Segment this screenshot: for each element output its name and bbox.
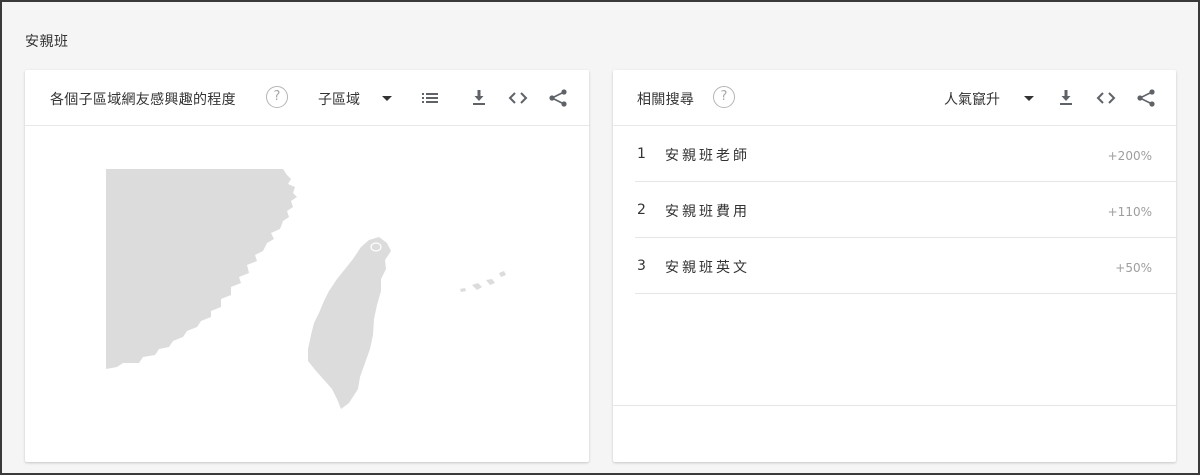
dropdown-arrow-icon [1024, 96, 1034, 101]
embed-code-icon[interactable] [506, 86, 530, 110]
row-term[interactable]: 安親班費用 [665, 201, 750, 221]
share-icon[interactable] [546, 86, 570, 110]
row-rank: 1 [637, 146, 646, 162]
row-rank: 3 [637, 258, 646, 274]
trends-page: 安親班 各個子區域網友感興趣的程度 ? 子區域 相關搜尋 ? 人氣竄升 1 安親… [0, 0, 1200, 475]
card-header: 相關搜尋 ? 人氣竄升 [613, 70, 1176, 126]
subregion-interest-card: 各個子區域網友感興趣的程度 ? 子區域 [25, 70, 589, 462]
related-search-row[interactable]: 1 安親班老師 +200% [635, 126, 1176, 182]
subregion-map [25, 127, 589, 462]
related-search-row[interactable]: 3 安親班英文 +50% [635, 238, 1176, 294]
card-header: 各個子區域網友感興趣的程度 ? 子區域 [25, 70, 589, 126]
row-rank: 2 [637, 202, 646, 218]
subregion-dropdown[interactable]: 子區域 [318, 89, 392, 109]
help-circle-icon[interactable]: ? [713, 86, 735, 108]
share-icon[interactable] [1134, 86, 1158, 110]
dropdown-label: 人氣竄升 [944, 92, 1000, 108]
rising-top-dropdown[interactable]: 人氣竄升 [944, 89, 1034, 109]
row-term[interactable]: 安親班英文 [665, 257, 750, 277]
row-value: +200% [1107, 149, 1152, 163]
row-term[interactable]: 安親班老師 [665, 145, 750, 165]
card-title: 相關搜尋 [637, 92, 695, 108]
taiwan-region [308, 237, 391, 409]
island [460, 288, 466, 292]
card-footer-divider [613, 405, 1176, 406]
list-icon[interactable] [418, 86, 442, 110]
related-search-row[interactable]: 2 安親班費用 +110% [635, 182, 1176, 238]
dropdown-label: 子區域 [318, 92, 360, 108]
island [472, 283, 482, 290]
related-searches-card: 相關搜尋 ? 人氣竄升 1 安親班老師 +200% 2 安親班費用 +110% … [613, 70, 1176, 462]
embed-code-icon[interactable] [1094, 86, 1118, 110]
mainland-region [106, 169, 297, 369]
island [486, 279, 495, 285]
download-icon[interactable] [1054, 86, 1078, 110]
help-circle-icon[interactable]: ? [266, 86, 288, 108]
island [499, 271, 506, 277]
row-value: +110% [1107, 205, 1152, 219]
dropdown-arrow-icon [382, 96, 392, 101]
map-svg [106, 169, 506, 409]
download-icon[interactable] [467, 86, 491, 110]
card-title: 各個子區域網友感興趣的程度 [50, 92, 236, 108]
row-value: +50% [1115, 261, 1152, 275]
section-title: 安親班 [25, 34, 69, 50]
